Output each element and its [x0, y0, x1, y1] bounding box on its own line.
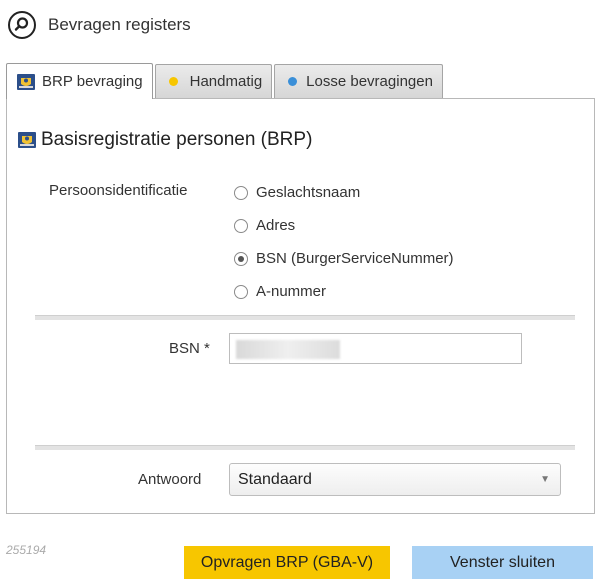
search-icon	[8, 11, 36, 39]
radio-button[interactable]	[234, 284, 248, 299]
crest-icon	[17, 73, 35, 90]
chevron-down-icon: ▼	[540, 474, 550, 485]
tab-bar: BRP bevraging Handmatig Losse bevraginge…	[6, 63, 445, 99]
bsn-label: BSN *	[169, 340, 210, 357]
panel-title-text: Basisregistratie personen (BRP)	[41, 129, 313, 150]
bsn-input[interactable]	[229, 333, 522, 364]
tab-label: Losse bevragingen	[306, 73, 433, 90]
close-window-button[interactable]: Venster sluiten	[412, 546, 593, 579]
record-id: 255194	[6, 543, 47, 557]
selected-value: Standaard	[238, 470, 312, 488]
identification-label: Persoonsidentificatie	[49, 182, 188, 199]
status-dot-blue	[288, 77, 298, 86]
radio-adres[interactable]: Adres	[234, 217, 295, 234]
tab-brp-bevraging[interactable]: BRP bevraging	[6, 63, 153, 99]
radio-geslachtsnaam[interactable]: Geslachtsnaam	[234, 184, 360, 201]
radio-button-selected[interactable]	[234, 251, 248, 266]
radio-label: BSN (BurgerServiceNummer)	[256, 250, 454, 267]
tab-label: Handmatig	[189, 73, 263, 90]
answer-label: Antwoord	[138, 471, 202, 488]
crest-icon	[18, 132, 36, 148]
tab-handmatig[interactable]: Handmatig	[154, 64, 273, 98]
divider	[35, 445, 575, 450]
request-brp-button[interactable]: Opvragen BRP (GBA-V)	[184, 546, 390, 579]
redacted-value	[236, 340, 340, 359]
status-dot-yellow	[168, 77, 178, 86]
radio-label: Adres	[256, 217, 296, 234]
divider	[35, 315, 575, 320]
app-header: Bevragen registers	[8, 5, 191, 45]
panel-title: Basisregistratie personen (BRP)	[17, 129, 312, 151]
brp-panel: Basisregistratie personen (BRP)	[6, 98, 595, 514]
radio-button[interactable]	[234, 185, 248, 200]
radio-button[interactable]	[234, 218, 248, 233]
tab-losse-bevragingen[interactable]: Losse bevragingen	[274, 64, 443, 98]
radio-label: Geslachtsnaam	[256, 184, 361, 201]
tab-label: BRP bevraging	[42, 73, 143, 90]
radio-bsn[interactable]: BSN (BurgerServiceNummer)	[234, 250, 454, 267]
radio-label: A-nummer	[256, 283, 327, 300]
radio-a-nummer[interactable]: A-nummer	[234, 283, 326, 300]
answer-select[interactable]: Standaard ▼	[229, 463, 561, 496]
page-title: Bevragen registers	[48, 15, 191, 34]
